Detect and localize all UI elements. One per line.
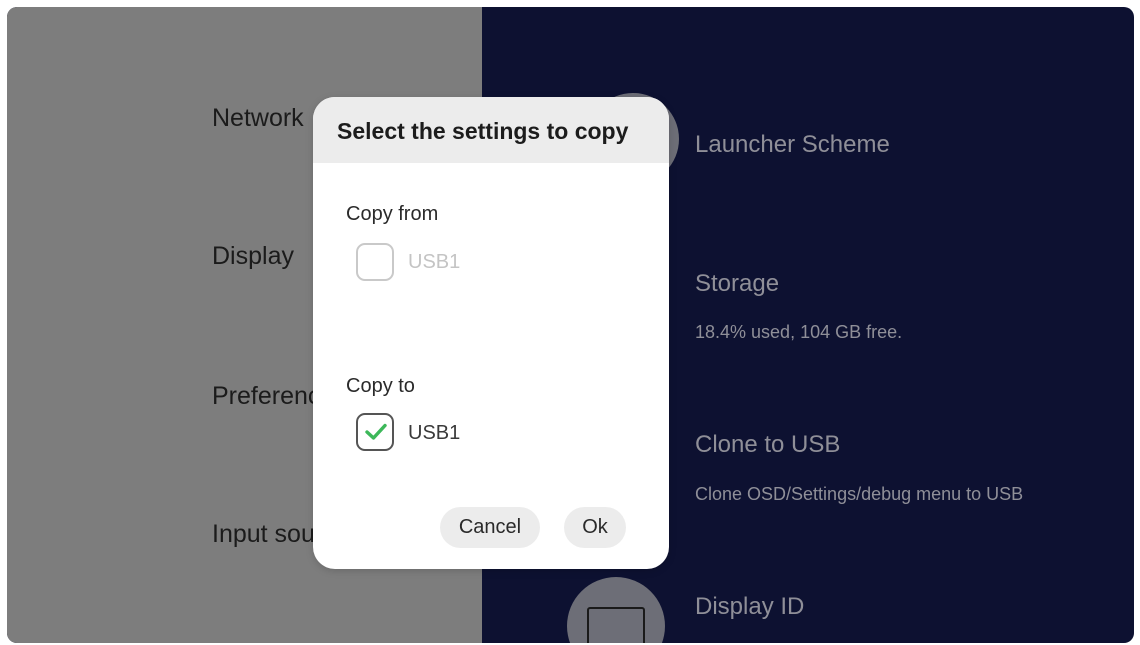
clone-to-usb-description: Clone OSD/Settings/debug menu to USB [695,484,1024,504]
settings-screen: Network Display Preferences Input source… [7,7,1134,643]
copy-from-usb1-label: USB1 [408,251,461,273]
menu-item-network[interactable]: Network [212,104,304,133]
menu-item-display[interactable]: Display [212,242,294,271]
setting-storage[interactable]: Storage [695,270,779,298]
copy-to-label: Copy to [346,375,415,397]
copy-from-label: Copy from [346,203,439,225]
dialog-header: Select the settings to copy [313,97,669,163]
dialog-title: Select the settings to copy [337,118,629,144]
checkmark-icon [365,423,387,440]
storage-usage-text: 18.4% used, 104 GB free. [695,322,903,342]
setting-clone-to-usb[interactable]: Clone to USB [695,431,840,459]
copy-to-usb1-checkbox[interactable] [356,413,394,451]
cancel-button[interactable]: Cancel [440,507,540,548]
ok-button[interactable]: Ok [564,507,626,548]
setting-launcher-scheme[interactable]: Launcher Scheme [695,131,890,159]
copy-from-usb1-checkbox [356,243,394,281]
setting-display-id[interactable]: Display ID [695,593,804,621]
display-id-icon [567,577,665,643]
copy-to-usb1-label[interactable]: USB1 [408,422,460,445]
copy-settings-dialog: Select the settings to copy Copy from US… [313,97,669,569]
display-square-icon [587,607,645,643]
